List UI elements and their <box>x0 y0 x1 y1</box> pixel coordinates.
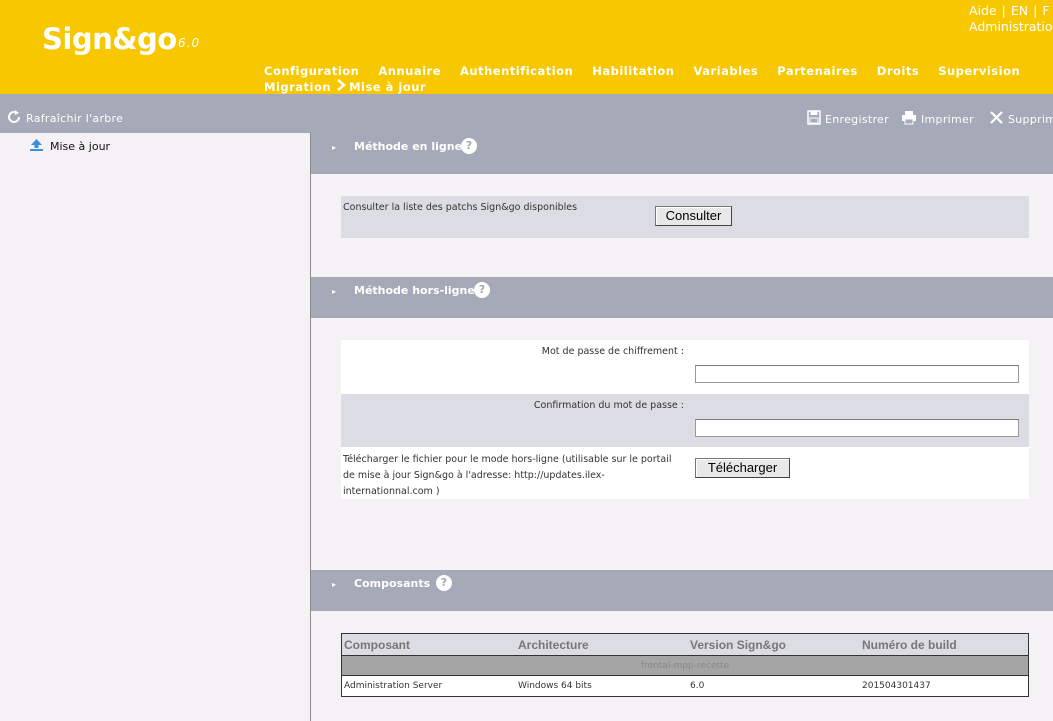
download-text: Télécharger le fichier pour le mode hors… <box>343 452 683 500</box>
nav-authentification[interactable]: Authentification <box>460 63 573 79</box>
language-en-link[interactable]: EN <box>1011 3 1028 18</box>
printer-icon <box>901 110 921 128</box>
save-label: Enregistrer <box>825 112 889 126</box>
delete-label: Supprimer <box>1008 112 1053 126</box>
download-row: Télécharger le fichier pour le mode hors… <box>341 447 1029 499</box>
app-header: Sign&go 6.0 Aide | EN | F Administration Con… <box>0 0 1053 94</box>
section-header-components[interactable]: ▸ Composants ? <box>311 570 1053 611</box>
cell-version: 6.0 <box>688 675 860 697</box>
consult-button[interactable]: Consulter <box>655 206 732 226</box>
save-button[interactable]: Enregistrer <box>807 110 889 128</box>
save-icon <box>807 110 825 128</box>
nav-habilitation[interactable]: Habilitation <box>592 63 674 79</box>
administration-link[interactable]: Administration <box>969 19 1053 35</box>
help-icon[interactable]: ? <box>436 575 452 591</box>
password-input[interactable] <box>695 365 1019 383</box>
section-header-online[interactable]: ▸ Méthode en ligne ? <box>311 133 1053 174</box>
nav-variables[interactable]: Variables <box>693 63 758 79</box>
main-nav: Configuration Annuaire Authentification Hab… <box>264 63 1053 94</box>
section-title-components: Composants <box>354 577 431 590</box>
refresh-tree-button[interactable]: Rafraîchir l'arbre <box>7 110 123 127</box>
app-version: 6.0 <box>178 36 201 50</box>
nav-mise-a-jour[interactable]: Mise à jour <box>349 79 426 94</box>
tree-item-label: Mise à jour <box>50 140 111 153</box>
table-group-row: frontal-mpp-recette <box>341 655 1029 676</box>
consult-text: Consulter la liste des patchs Sign&go di… <box>343 202 578 213</box>
section-title-online: Méthode en ligne <box>354 140 463 153</box>
nav-row-1: Configuration Annuaire Authentification Hab… <box>264 63 1053 79</box>
upload-icon <box>29 138 50 155</box>
separator: | <box>1001 3 1006 18</box>
close-icon <box>989 110 1008 128</box>
cell-architecture: Windows 64 bits <box>516 675 688 697</box>
main-content: ▸ Méthode en ligne ? Consulter la liste … <box>311 133 1053 721</box>
triangle-right-icon: ▸ <box>332 287 337 296</box>
cell-build: 201504301437 <box>860 675 1029 697</box>
components-table: Composant Architecture Version Sign&go N… <box>341 633 1029 697</box>
download-text-line2: de mise à jour Sign&go à l'adresse: <box>343 470 515 481</box>
triangle-right-icon: ▸ <box>332 143 337 152</box>
section-header-offline[interactable]: ▸ Méthode hors-ligne ? <box>311 277 1053 318</box>
chevron-right-icon <box>337 79 347 94</box>
nav-row-2: Migration Mise à jour <box>264 79 1053 94</box>
nav-annuaire[interactable]: Annuaire <box>378 63 441 79</box>
tree-item-mise-a-jour[interactable]: Mise à jour <box>29 138 110 155</box>
confirm-password-input[interactable] <box>695 419 1019 437</box>
cell-composant: Administration Server <box>341 675 516 697</box>
nav-migration[interactable]: Migration <box>264 79 331 94</box>
nav-supervision[interactable]: Supervision <box>938 63 1020 79</box>
nav-configuration[interactable]: Configuration <box>264 63 359 79</box>
column-header-build: Numéro de build <box>860 633 1029 656</box>
app-logo[interactable]: Sign&go <box>42 22 177 56</box>
print-button[interactable]: Imprimer <box>901 110 974 128</box>
help-link[interactable]: Aide <box>969 3 997 18</box>
refresh-icon <box>7 110 26 127</box>
table-header-row: Composant Architecture Version Sign&go N… <box>341 633 1029 656</box>
sidebar-tree: Mise à jour <box>0 133 311 721</box>
confirm-password-label: Confirmation du mot de passe : <box>533 400 684 411</box>
download-text-end: ) <box>432 486 440 497</box>
help-icon[interactable]: ? <box>461 138 477 154</box>
refresh-tree-label: Rafraîchir l'arbre <box>26 112 124 125</box>
password-label: Mot de passe de chiffrement : <box>541 346 684 357</box>
nav-partenaires[interactable]: Partenaires <box>777 63 858 79</box>
column-header-architecture: Architecture <box>516 633 688 656</box>
delete-button[interactable]: Supprimer <box>989 110 1053 128</box>
download-url[interactable]: http://updates.ilex- <box>514 470 605 481</box>
top-links: Aide | EN | F Administration <box>969 3 1053 35</box>
print-label: Imprimer <box>921 112 974 126</box>
password-row: Mot de passe de chiffrement : <box>341 340 1029 394</box>
separator: | <box>1033 3 1038 18</box>
section-title-offline: Méthode hors-ligne <box>354 284 475 297</box>
consult-row: Consulter la liste des patchs Sign&go di… <box>341 196 1029 238</box>
help-icon[interactable]: ? <box>474 282 490 298</box>
download-text-line1: Télécharger le fichier pour le mode hors… <box>343 454 672 465</box>
column-header-composant: Composant <box>341 633 516 656</box>
download-button[interactable]: Télécharger <box>695 458 790 478</box>
nav-droits[interactable]: Droits <box>877 63 919 79</box>
language-fr-link[interactable]: F <box>1042 3 1049 18</box>
column-header-version: Version Sign&go <box>688 633 860 656</box>
table-row: Administration Server Windows 64 bits 6.… <box>341 675 1029 697</box>
triangle-right-icon: ▸ <box>332 580 337 589</box>
group-label: frontal-mpp-recette <box>341 655 1029 676</box>
confirm-password-row: Confirmation du mot de passe : <box>341 394 1029 447</box>
download-url-cont[interactable]: internationnal.com <box>343 486 433 497</box>
toolbar: Rafraîchir l'arbre Enregistrer Imprimer … <box>0 94 1053 133</box>
